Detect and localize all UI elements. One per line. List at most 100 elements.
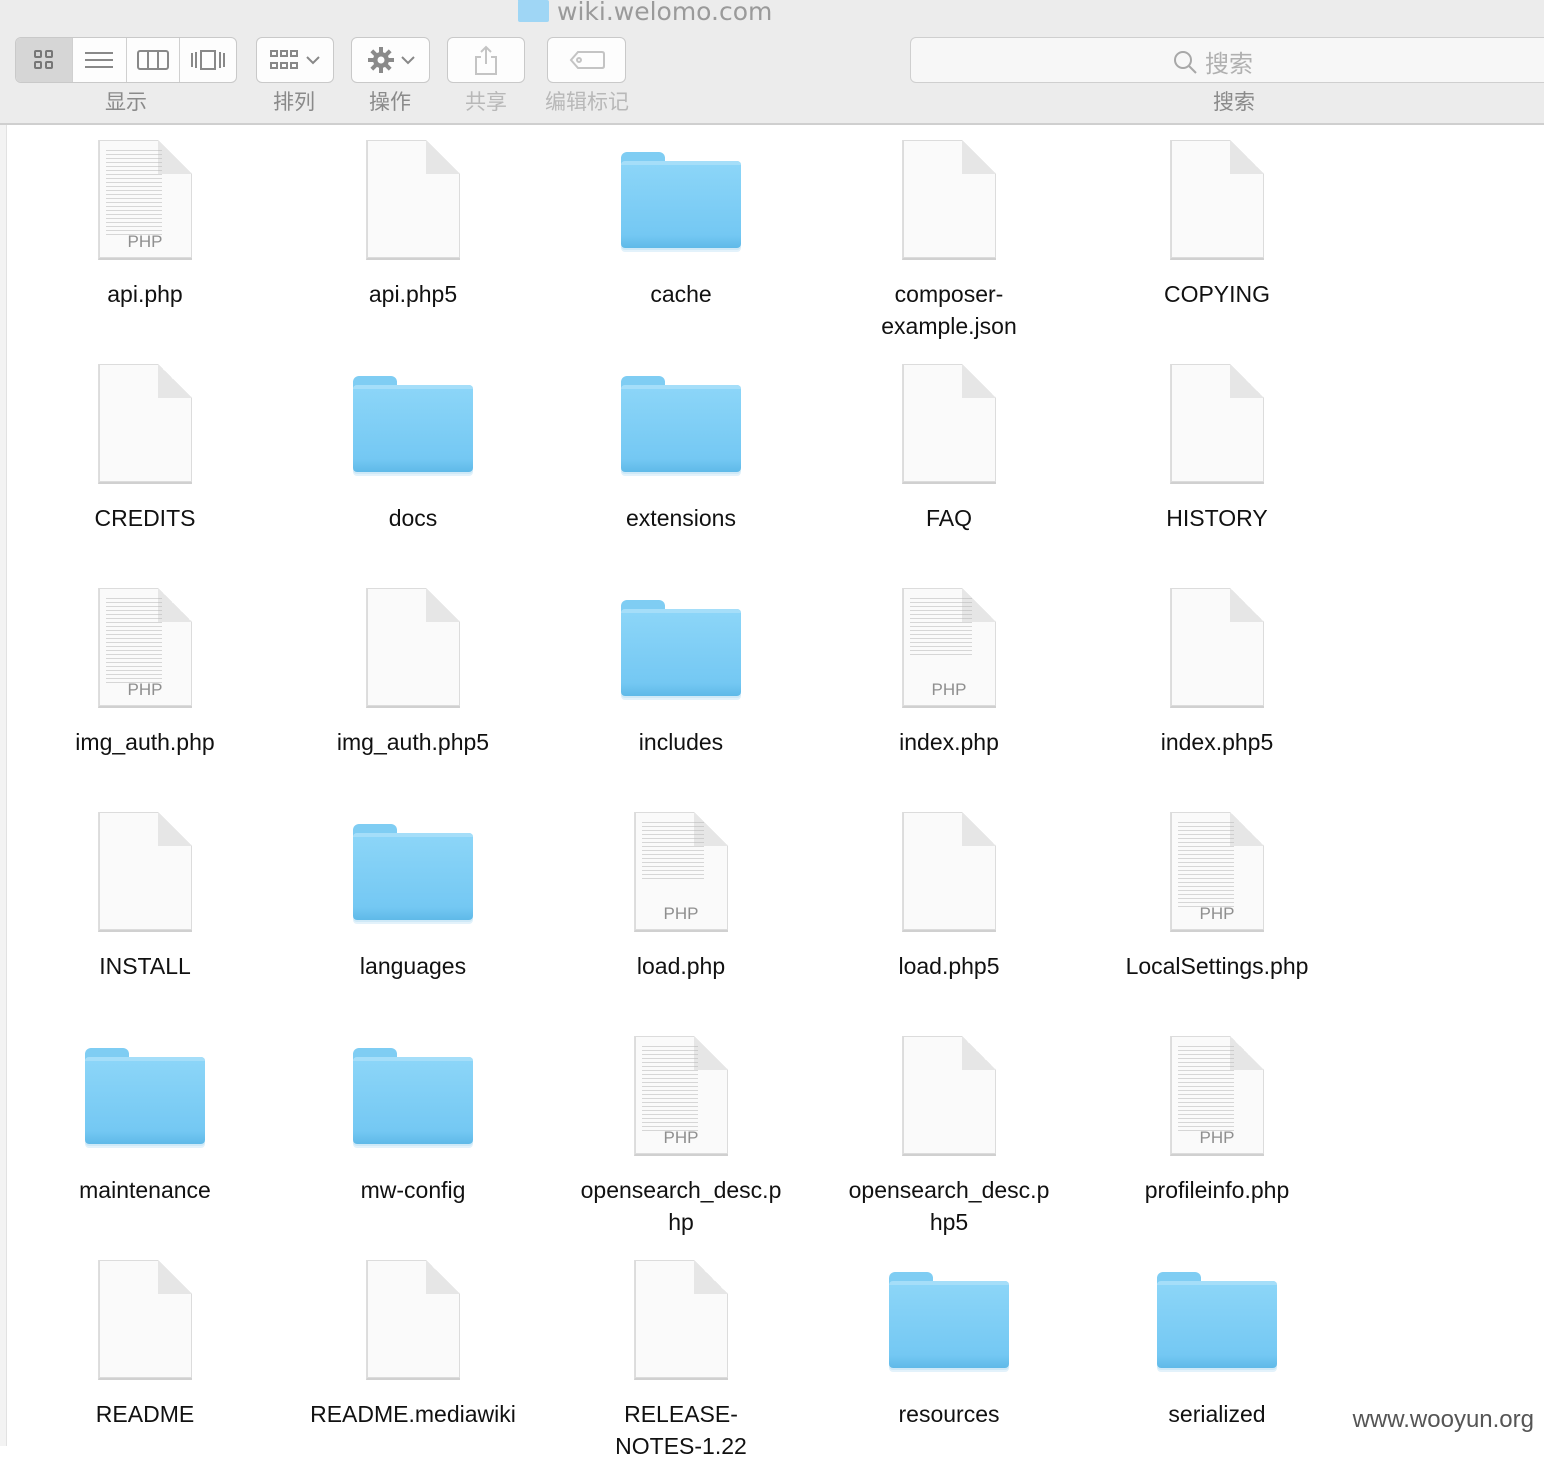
- file-item[interactable]: opensearch_desc.p hp5: [819, 1021, 1079, 1241]
- file-item[interactable]: RELEASE- NOTES-1.22: [551, 1245, 811, 1465]
- file-item[interactable]: languages: [283, 797, 543, 1017]
- tag-icon: [569, 51, 605, 69]
- file-name: opensearch_desc.p hp5: [848, 1177, 1050, 1235]
- file-name: resources: [898, 1401, 1000, 1427]
- folder-icon: [889, 1272, 1009, 1368]
- file-item[interactable]: FAQ: [819, 349, 1079, 569]
- php-tag: PHP: [127, 680, 163, 699]
- file-name: INSTALL: [99, 953, 191, 979]
- search-input[interactable]: 搜索: [910, 37, 1544, 83]
- action-button[interactable]: [351, 37, 430, 83]
- file-icon-wrap: [15, 809, 275, 944]
- document-icon: [902, 1036, 996, 1156]
- php-file-icon: PHP: [98, 140, 192, 260]
- file-name: README: [95, 1401, 195, 1427]
- file-item[interactable]: cache: [551, 125, 811, 345]
- file-icon-wrap: [283, 137, 543, 272]
- file-name: extensions: [626, 505, 736, 531]
- document-icon: [902, 364, 996, 484]
- file-item[interactable]: img_auth.php5: [283, 573, 543, 793]
- folder-icon: [621, 152, 741, 248]
- file-icon-grid: PHP api.php api.php5 cache composer- example…: [0, 125, 1544, 1459]
- file-item[interactable]: api.php5: [283, 125, 543, 345]
- file-item[interactable]: PHP profileinfo.php: [1087, 1021, 1347, 1241]
- document-icon: [98, 1260, 192, 1380]
- search-icon: [1174, 50, 1197, 74]
- file-icon-wrap: PHP: [551, 809, 811, 944]
- php-tag: PHP: [663, 904, 699, 923]
- file-item[interactable]: PHP opensearch_desc.p hp: [551, 1021, 811, 1241]
- document-icon: [1170, 140, 1264, 260]
- file-item[interactable]: INSTALL: [15, 797, 275, 1017]
- php-file-icon: PHP: [902, 588, 996, 708]
- file-item[interactable]: PHP load.php: [551, 797, 811, 1017]
- file-item[interactable]: CREDITS: [15, 349, 275, 569]
- file-item[interactable]: serialized: [1087, 1245, 1347, 1465]
- file-name: languages: [359, 953, 467, 979]
- arrange-button[interactable]: [256, 37, 334, 83]
- php-file-icon: PHP: [1170, 812, 1264, 932]
- window-title: wiki.welomo.com: [518, 0, 772, 26]
- file-item[interactable]: README.mediawiki: [283, 1245, 543, 1465]
- share-button[interactable]: [447, 37, 525, 83]
- php-tag: PHP: [127, 232, 163, 251]
- coverflow-view-button[interactable]: [180, 38, 236, 82]
- file-name: RELEASE- NOTES-1.22: [615, 1401, 747, 1459]
- file-icon-wrap: PHP: [15, 137, 275, 272]
- search-placeholder-text: 搜索: [1205, 50, 1253, 78]
- action-label: 操作: [369, 90, 411, 114]
- file-name: README.mediawiki: [310, 1401, 516, 1427]
- file-item[interactable]: extensions: [551, 349, 811, 569]
- file-name: FAQ: [925, 505, 972, 531]
- file-item[interactable]: PHP LocalSettings.php: [1087, 797, 1347, 1017]
- php-file-icon: PHP: [634, 1036, 728, 1156]
- file-item[interactable]: PHP img_auth.php: [15, 573, 275, 793]
- php-tag: PHP: [663, 1128, 699, 1147]
- file-name: mw-config: [360, 1177, 466, 1203]
- document-icon: [98, 812, 192, 932]
- file-icon-wrap: [1087, 585, 1347, 720]
- file-name: img_auth.php: [75, 729, 215, 755]
- search-placeholder: 搜索: [1173, 44, 1253, 79]
- file-item[interactable]: PHP api.php: [15, 125, 275, 345]
- icon-view-button[interactable]: [16, 38, 73, 82]
- file-item[interactable]: resources: [819, 1245, 1079, 1465]
- file-item[interactable]: load.php5: [819, 797, 1079, 1017]
- gear-icon: [367, 47, 394, 73]
- document-icon: [366, 1260, 460, 1380]
- file-name: COPYING: [1163, 281, 1271, 307]
- edit-tags-button[interactable]: [547, 37, 626, 83]
- file-icon-wrap: PHP: [551, 1033, 811, 1168]
- file-item[interactable]: COPYING: [1087, 125, 1347, 345]
- folder-icon: [1157, 1272, 1277, 1368]
- watermark: www.wooyun.org: [1352, 1406, 1534, 1433]
- folder-icon: [353, 824, 473, 920]
- php-file-icon: PHP: [1170, 1036, 1264, 1156]
- file-item[interactable]: docs: [283, 349, 543, 569]
- php-file-icon: PHP: [634, 812, 728, 932]
- file-name: profileinfo.php: [1144, 1177, 1290, 1203]
- file-item[interactable]: composer- example.json: [819, 125, 1079, 345]
- file-item[interactable]: index.php5: [1087, 573, 1347, 793]
- list-icon: [85, 52, 114, 68]
- document-icon: [98, 364, 192, 484]
- file-icon-wrap: [283, 361, 543, 496]
- document-icon: [902, 812, 996, 932]
- file-item[interactable]: mw-config: [283, 1021, 543, 1241]
- file-name: composer- example.json: [881, 281, 1017, 339]
- file-icon-wrap: [15, 361, 275, 496]
- file-item[interactable]: HISTORY: [1087, 349, 1347, 569]
- file-icon-wrap: [819, 1033, 1079, 1168]
- column-view-button[interactable]: [127, 38, 181, 82]
- list-view-button[interactable]: [73, 38, 127, 82]
- file-name: img_auth.php5: [336, 729, 490, 755]
- coverflow-icon: [191, 50, 226, 70]
- document-icon: [366, 588, 460, 708]
- file-icon-wrap: [819, 809, 1079, 944]
- file-name: load.php5: [898, 953, 1000, 979]
- file-item[interactable]: README: [15, 1245, 275, 1465]
- file-item[interactable]: PHP index.php: [819, 573, 1079, 793]
- file-item[interactable]: maintenance: [15, 1021, 275, 1241]
- file-item[interactable]: includes: [551, 573, 811, 793]
- file-icon-wrap: [551, 361, 811, 496]
